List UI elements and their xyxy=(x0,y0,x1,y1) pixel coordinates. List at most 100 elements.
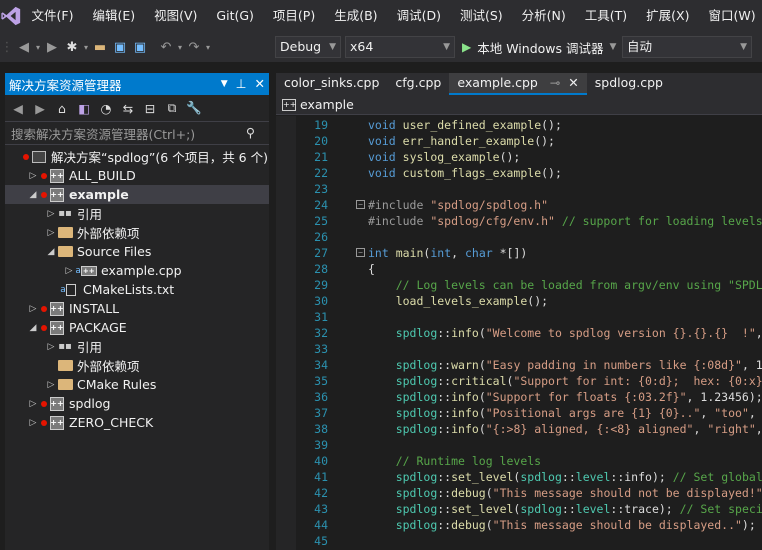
undo-icon[interactable]: ↶ xyxy=(156,36,176,58)
properties-icon[interactable]: 🔧 xyxy=(185,100,203,116)
code-line[interactable]: 28 { xyxy=(276,261,762,277)
open-folder-icon[interactable]: ▬ xyxy=(90,36,110,58)
code-line[interactable]: 34 spdlog::warn("Easy padding in numbers… xyxy=(276,357,762,373)
code-line[interactable]: 22 void custom_flags_example(); xyxy=(276,165,762,181)
redo-icon[interactable]: ↷ xyxy=(184,36,204,58)
new-dropdown-icon[interactable]: ▾ xyxy=(82,36,90,58)
code-line[interactable]: 42 spdlog::debug("This message should no… xyxy=(276,485,762,501)
switch-views-icon[interactable]: ◧ xyxy=(75,101,93,116)
tree-item[interactable]: ▷ CMake Rules xyxy=(5,375,269,394)
tree-item[interactable]: ▷ ++ spdlog xyxy=(5,394,269,413)
code-line[interactable]: 24 − #include "spdlog/spdlog.h" xyxy=(276,197,762,213)
tree-item[interactable]: ▷ ++ ALL_BUILD xyxy=(5,166,269,185)
close-icon[interactable]: ✕ xyxy=(255,73,265,95)
start-debugging-button[interactable]: ▶ 本地 Windows 调试器 ▼ xyxy=(462,36,616,58)
expander-icon[interactable]: ▷ xyxy=(27,304,39,314)
code-line[interactable]: 40 // Runtime log levels xyxy=(276,453,762,469)
expander-icon[interactable]: ◢ xyxy=(45,247,57,257)
tree-item[interactable]: ▷ ▪▪ 引用 xyxy=(5,337,269,356)
tab-example-cpp[interactable]: example.cpp ⊸ ✕ xyxy=(449,73,587,95)
pin-icon[interactable]: ⊥ xyxy=(236,73,247,95)
code-line[interactable]: 23 xyxy=(276,181,762,197)
code-line[interactable]: 43 spdlog::set_level(spdlog::level::trac… xyxy=(276,501,762,517)
expander-icon[interactable]: ▷ xyxy=(27,399,39,409)
scope-dropdown[interactable]: example xyxy=(300,97,354,112)
code-line[interactable]: 19 void user_defined_example(); xyxy=(276,117,762,133)
expander-icon[interactable]: ◢ xyxy=(27,323,39,333)
code-line[interactable]: 27 − int main(int, char *[]) xyxy=(276,245,762,261)
menu-item[interactable]: 测试(S) xyxy=(450,0,512,32)
code-line[interactable]: 37 spdlog::info("Positional args are {1}… xyxy=(276,405,762,421)
code-line[interactable]: 26 xyxy=(276,229,762,245)
tree-item[interactable]: ▷ a ++ example.cpp xyxy=(5,261,269,280)
menu-item[interactable]: Git(G) xyxy=(207,0,264,32)
window-menu-dropdown-icon[interactable]: ▼ xyxy=(221,73,228,95)
expander-icon[interactable]: ▷ xyxy=(45,380,57,390)
expander-icon[interactable]: ▷ xyxy=(27,171,39,181)
menu-item[interactable]: 视图(V) xyxy=(145,0,207,32)
code-line[interactable]: 33 xyxy=(276,341,762,357)
forward-icon[interactable]: ▶ xyxy=(42,36,62,58)
pin-tab-icon[interactable]: ⊸ xyxy=(546,75,560,90)
tree-item[interactable]: ◢ Source Files xyxy=(5,242,269,261)
code-editor[interactable]: 19 void user_defined_example(); 20 void err… xyxy=(276,116,762,550)
code-line[interactable]: 32 spdlog::info("Welcome to spdlog versi… xyxy=(276,325,762,341)
visual-studio-logo-icon[interactable] xyxy=(0,0,22,32)
menu-item[interactable]: 文件(F) xyxy=(22,0,83,32)
back-icon[interactable]: ◀ xyxy=(14,36,34,58)
expander-icon[interactable]: ▷ xyxy=(45,342,57,352)
run-mode-dropdown[interactable]: 自动 ▼ xyxy=(622,36,752,58)
expander-icon[interactable]: ◢ xyxy=(27,190,39,200)
tree-item[interactable]: ▷ ++ INSTALL xyxy=(5,299,269,318)
save-all-icon[interactable]: ▣ xyxy=(130,36,150,58)
menu-item[interactable]: 编辑(E) xyxy=(83,0,145,32)
expander-icon[interactable]: ▷ xyxy=(27,418,39,428)
code-line[interactable]: 31 xyxy=(276,309,762,325)
tree-item[interactable]: ◢ ++ example xyxy=(5,185,269,204)
menu-item[interactable]: 窗口(W) xyxy=(699,0,762,32)
menu-item[interactable]: 扩展(X) xyxy=(637,0,699,32)
code-line[interactable]: 25 #include "spdlog/cfg/env.h" // support… xyxy=(276,213,762,229)
pending-changes-icon[interactable]: ◔ xyxy=(97,101,115,116)
code-line[interactable]: 29 // Log levels can be loaded from argv… xyxy=(276,277,762,293)
expander-icon[interactable]: ▷ xyxy=(63,266,75,276)
new-project-icon[interactable]: ✱ xyxy=(62,36,82,58)
tab-color_sinks-cpp[interactable]: color_sinks.cpp xyxy=(276,73,387,95)
code-line[interactable]: 30 load_levels_example(); xyxy=(276,293,762,309)
menu-item[interactable]: 项目(P) xyxy=(263,0,324,32)
tree-item[interactable]: ▷ ++ ZERO_CHECK xyxy=(5,413,269,432)
menu-item[interactable]: 生成(B) xyxy=(325,0,387,32)
expander-icon[interactable]: ▷ xyxy=(45,228,57,238)
menu-item[interactable]: 分析(N) xyxy=(512,0,575,32)
code-line[interactable]: 44 spdlog::debug("This message should be… xyxy=(276,517,762,533)
code-line[interactable]: 35 spdlog::critical("Support for int: {0… xyxy=(276,373,762,389)
show-all-files-icon[interactable]: ⧉ xyxy=(163,100,181,116)
tree-item[interactable]: ▷ ▪▪ 引用 xyxy=(5,204,269,223)
code-line[interactable]: 36 spdlog::info("Support for floats {:03… xyxy=(276,389,762,405)
solution-explorer-search[interactable]: 搜索解决方案资源管理器(Ctrl+;) ⚲ xyxy=(5,121,269,145)
tree-item[interactable]: 外部依赖项 xyxy=(5,356,269,375)
code-line[interactable]: 45 xyxy=(276,533,762,549)
home-icon[interactable]: ⌂ xyxy=(53,101,71,116)
close-tab-icon[interactable]: ✕ xyxy=(564,75,578,90)
collapse-all-icon[interactable]: ⊟ xyxy=(141,101,159,116)
menu-item[interactable]: 调试(D) xyxy=(387,0,450,32)
menu-item[interactable]: 工具(T) xyxy=(575,0,636,32)
configuration-dropdown[interactable]: Debug ▼ xyxy=(275,36,341,58)
tree-item[interactable]: ▷ 外部依赖项 xyxy=(5,223,269,242)
back-dropdown-icon[interactable]: ▾ xyxy=(34,36,42,58)
code-line[interactable]: 21 void syslog_example(); xyxy=(276,149,762,165)
undo-dropdown-icon[interactable]: ▾ xyxy=(176,36,184,58)
tree-item[interactable]: 解决方案“spdlog”(6 个项目，共 6 个) xyxy=(5,147,269,166)
code-line[interactable]: 39 xyxy=(276,437,762,453)
back-icon[interactable]: ◀ xyxy=(9,101,27,116)
tree-item[interactable]: a CMakeLists.txt xyxy=(5,280,269,299)
redo-dropdown-icon[interactable]: ▾ xyxy=(204,36,212,58)
tree-item[interactable]: ◢ ++ PACKAGE xyxy=(5,318,269,337)
expander-icon[interactable]: ▷ xyxy=(45,209,57,219)
fold-toggle-icon[interactable]: − xyxy=(356,200,365,209)
code-line[interactable]: 38 spdlog::info("{:>8} aligned, {:<8} al… xyxy=(276,421,762,437)
code-line[interactable]: 20 void err_handler_example(); xyxy=(276,133,762,149)
code-line[interactable]: 41 spdlog::set_level(spdlog::level::info… xyxy=(276,469,762,485)
fold-toggle-icon[interactable]: − xyxy=(356,248,365,257)
